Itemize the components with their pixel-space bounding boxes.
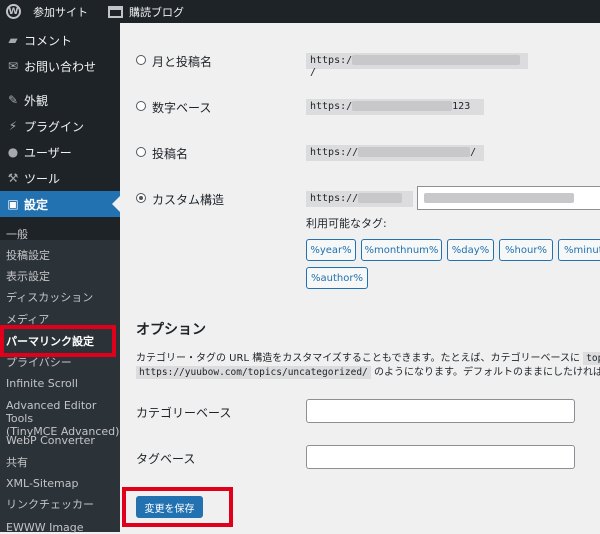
submenu-webp-converter[interactable]: WebP Converter bbox=[6, 434, 95, 447]
category-base-input[interactable] bbox=[306, 399, 575, 423]
desc-code-url: https://yuubow.com/topics/uncategorized/ bbox=[136, 366, 371, 379]
menu-label: 設定 bbox=[24, 197, 49, 212]
user-icon: ● bbox=[7, 145, 19, 159]
submenu-general[interactable]: 一般 bbox=[6, 228, 28, 241]
tag-hour[interactable]: %hour% bbox=[499, 239, 553, 261]
site-name-label: 参加サイト bbox=[33, 5, 88, 19]
blurred-input-value bbox=[424, 193, 574, 203]
highlight-box-save bbox=[122, 487, 233, 527]
blurred-url bbox=[358, 193, 403, 203]
radio-post-name[interactable] bbox=[136, 147, 146, 157]
brush-icon: ✎ bbox=[7, 93, 19, 107]
dashboard-icon bbox=[108, 5, 123, 18]
category-base-label: カテゴリーベース bbox=[136, 406, 232, 420]
url-prefix: https:// bbox=[310, 147, 359, 158]
blurred-url bbox=[352, 101, 453, 111]
example-url-month-name: https:// bbox=[306, 53, 528, 78]
submenu-writing[interactable]: 投稿設定 bbox=[6, 249, 50, 262]
menu-item-tools[interactable]: ⚒ ツール bbox=[0, 165, 120, 191]
settings-icon: ▣ bbox=[7, 197, 19, 211]
submenu-infinite-scroll[interactable]: Infinite Scroll bbox=[6, 377, 78, 390]
label-numeric: 数字ベース bbox=[152, 101, 212, 115]
menu-label: お問い合わせ bbox=[24, 59, 97, 74]
menu-item-users[interactable]: ● ユーザー bbox=[0, 139, 120, 165]
submenu-advanced-editor[interactable]: Advanced Editor Tools (TinyMCE Advanced) bbox=[6, 399, 120, 438]
menu-label: プラグイン bbox=[24, 119, 85, 134]
tag-minute[interactable]: %minut bbox=[558, 239, 600, 261]
example-url-post-name: https:// / bbox=[306, 145, 484, 161]
current-menu-arrow bbox=[112, 196, 120, 212]
options-description-line2: https://yuubow.com/topics/uncategorized/… bbox=[136, 363, 600, 379]
desc-text: のようになります。デフォルトのままにしたければ空 bbox=[373, 367, 600, 378]
permalink-settings-content: 月と投稿名 https:// 数字ベース https:/123 投稿名 http… bbox=[120, 23, 600, 532]
highlight-box-permalink bbox=[0, 325, 116, 357]
submenu-discussion[interactable]: ディスカッション bbox=[6, 291, 93, 304]
submenu-privacy[interactable]: プライバシー bbox=[6, 356, 72, 369]
submenu-reading[interactable]: 表示設定 bbox=[6, 270, 50, 283]
wordpress-icon: W bbox=[6, 4, 21, 19]
menu-item-comments[interactable]: ▰ コメント bbox=[0, 27, 120, 53]
options-description-line1: カテゴリー・タグの URL 構造をカスタマイズすることもできます。たとえば、カテ… bbox=[136, 349, 600, 365]
label-custom-structure: カスタム構造 bbox=[152, 193, 225, 207]
menu-item-appearance[interactable]: ✎ 外観 bbox=[0, 87, 120, 113]
plugin-icon: ⚡ bbox=[8, 119, 18, 133]
custom-structure-input[interactable] bbox=[417, 186, 600, 210]
tag-base-label: タグベース bbox=[136, 452, 196, 466]
available-tags-label: 利用可能なタグ: bbox=[306, 217, 387, 230]
comment-icon: ▰ bbox=[8, 33, 18, 47]
url-suffix: / bbox=[310, 67, 317, 78]
reader-link[interactable]: 購読ブログ bbox=[102, 0, 190, 23]
tag-author[interactable]: %author% bbox=[306, 267, 368, 289]
site-name-link[interactable]: 参加サイト bbox=[33, 0, 94, 23]
submenu-ewww-image[interactable]: EWWW Image bbox=[6, 521, 84, 534]
admin-bar: W 参加サイト 購読ブログ bbox=[0, 0, 600, 23]
custom-structure-prefix: https:// bbox=[306, 191, 413, 207]
radio-numeric[interactable] bbox=[136, 101, 146, 111]
submenu-xml-sitemap[interactable]: XML-Sitemap bbox=[6, 477, 79, 490]
blurred-url bbox=[358, 147, 471, 157]
submenu-link-checker[interactable]: リンクチェッカー bbox=[6, 498, 94, 511]
label-month-name: 月と投稿名 bbox=[152, 55, 213, 69]
tag-day[interactable]: %day% bbox=[447, 239, 494, 261]
example-url-numeric: https:/ 123 bbox=[306, 99, 484, 115]
tag-year[interactable]: %year% bbox=[306, 239, 356, 261]
radio-custom-structure[interactable] bbox=[136, 193, 146, 203]
wordpress-logo-item[interactable]: W bbox=[0, 0, 33, 23]
reader-label: 購読ブログ bbox=[129, 5, 184, 19]
menu-label: コメント bbox=[24, 33, 73, 48]
menu-item-contact[interactable]: ✉ お問い合わせ bbox=[0, 53, 120, 79]
wrench-icon: ⚒ bbox=[7, 171, 19, 185]
url-prefix: https:/ bbox=[310, 101, 353, 112]
mail-icon: ✉ bbox=[7, 59, 19, 73]
url-suffix: 123 bbox=[452, 101, 471, 112]
submenu-advanced-editor-line1: Advanced Editor Tools bbox=[6, 399, 97, 425]
menu-item-plugins[interactable]: ⚡ プラグイン bbox=[0, 113, 120, 139]
url-prefix: https:/ bbox=[310, 55, 353, 66]
tag-base-input[interactable] bbox=[306, 445, 575, 469]
radio-month-name[interactable] bbox=[136, 55, 146, 65]
menu-label: ツール bbox=[24, 171, 61, 186]
submenu-share[interactable]: 共有 bbox=[6, 456, 28, 469]
tag-monthnum[interactable]: %monthnum% bbox=[361, 239, 442, 261]
menu-label: ユーザー bbox=[24, 145, 72, 160]
url-suffix: / bbox=[470, 147, 477, 158]
url-prefix: https:// bbox=[310, 193, 359, 204]
options-section-title: オプション bbox=[136, 322, 206, 338]
label-post-name: 投稿名 bbox=[152, 147, 189, 161]
admin-sidebar: ▰ コメント ✉ お問い合わせ ✎ 外観 ⚡ プラグイン ● ユーザー ⚒ ツー… bbox=[0, 23, 120, 534]
menu-item-settings[interactable]: ▣ 設定 bbox=[0, 191, 120, 217]
blurred-url bbox=[352, 55, 521, 65]
menu-label: 外観 bbox=[24, 93, 49, 108]
